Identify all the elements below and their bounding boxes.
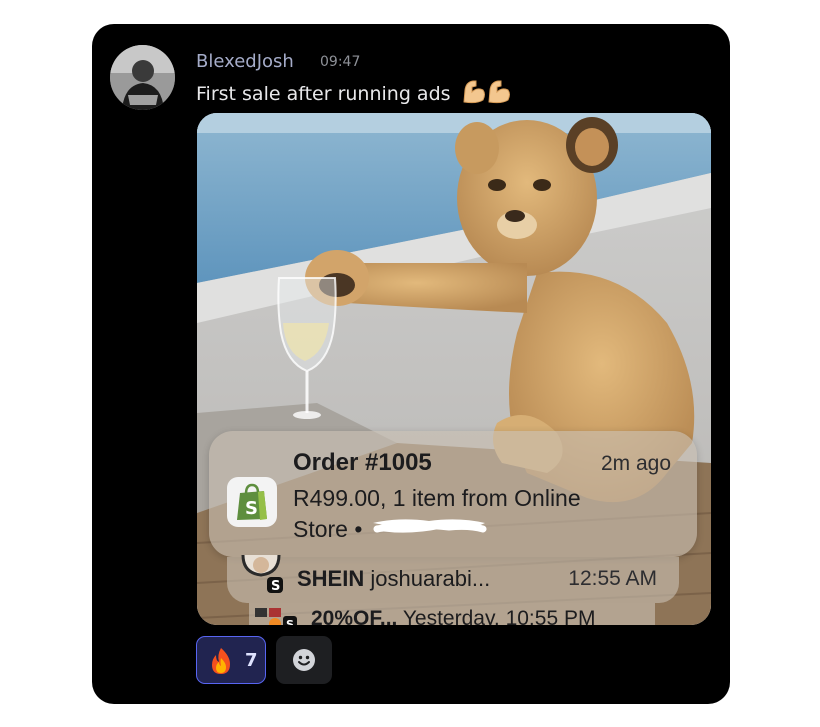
- user-photo-icon: [110, 45, 175, 110]
- message-text: First sale after running ads: [196, 78, 513, 109]
- notification-body-line2-text: Store •: [293, 516, 363, 542]
- flexed-biceps-icon: [461, 78, 513, 109]
- notification-title: Order #1005: [293, 449, 432, 476]
- stacked-notification[interactable]: S 20%OF... Yesterday, 10:55 PM: [249, 603, 655, 625]
- shein-notification[interactable]: S SHEIN joshuarabi... 12:55 AM: [227, 554, 679, 603]
- avatar[interactable]: [110, 45, 175, 110]
- smiley-icon: [293, 649, 315, 671]
- stacked-notification-detail: Yesterday, 10:55 PM: [402, 607, 596, 625]
- shein-notification-text: SHEIN joshuarabi...: [297, 566, 490, 592]
- stacked-notification-bold: 20%OF...: [311, 607, 398, 625]
- attached-image[interactable]: S Order #1005 2m ago R499.00, 1 item fro…: [197, 113, 711, 625]
- shein-avatar-icon: S: [241, 554, 285, 599]
- notification-body-line2: Store •: [293, 514, 673, 547]
- redaction-scribble: [369, 515, 489, 547]
- message-body: First sale after running ads: [196, 83, 451, 105]
- shein-message: joshuarabi...: [370, 566, 491, 591]
- fire-icon: [206, 647, 236, 679]
- fire-reaction-button[interactable]: 7: [196, 636, 266, 684]
- svg-text:S: S: [245, 498, 258, 519]
- username[interactable]: BlexedJosh: [196, 51, 294, 72]
- message-card: BlexedJosh 09:47 First sale after runnin…: [92, 24, 730, 704]
- reaction-count: 7: [245, 650, 258, 671]
- shein-app-name: SHEIN: [297, 566, 365, 591]
- shein-notification-time: 12:55 AM: [568, 567, 657, 590]
- add-reaction-button[interactable]: [276, 636, 332, 684]
- shopify-bag-icon: S: [227, 477, 277, 527]
- notification-body-line1: R499.00, 1 item from Online: [293, 485, 581, 511]
- order-notification[interactable]: S Order #1005 2m ago R499.00, 1 item fro…: [209, 431, 697, 557]
- notification-time: 2m ago: [600, 452, 671, 475]
- svg-text:S: S: [286, 618, 294, 625]
- svg-text:S: S: [271, 579, 280, 594]
- app-group-icon: S: [253, 606, 305, 625]
- stacked-notification-text: 20%OF... Yesterday, 10:55 PM: [311, 607, 595, 625]
- message-timestamp: 09:47: [320, 54, 361, 70]
- notification-body: R499.00, 1 item from Online Store •: [293, 483, 673, 547]
